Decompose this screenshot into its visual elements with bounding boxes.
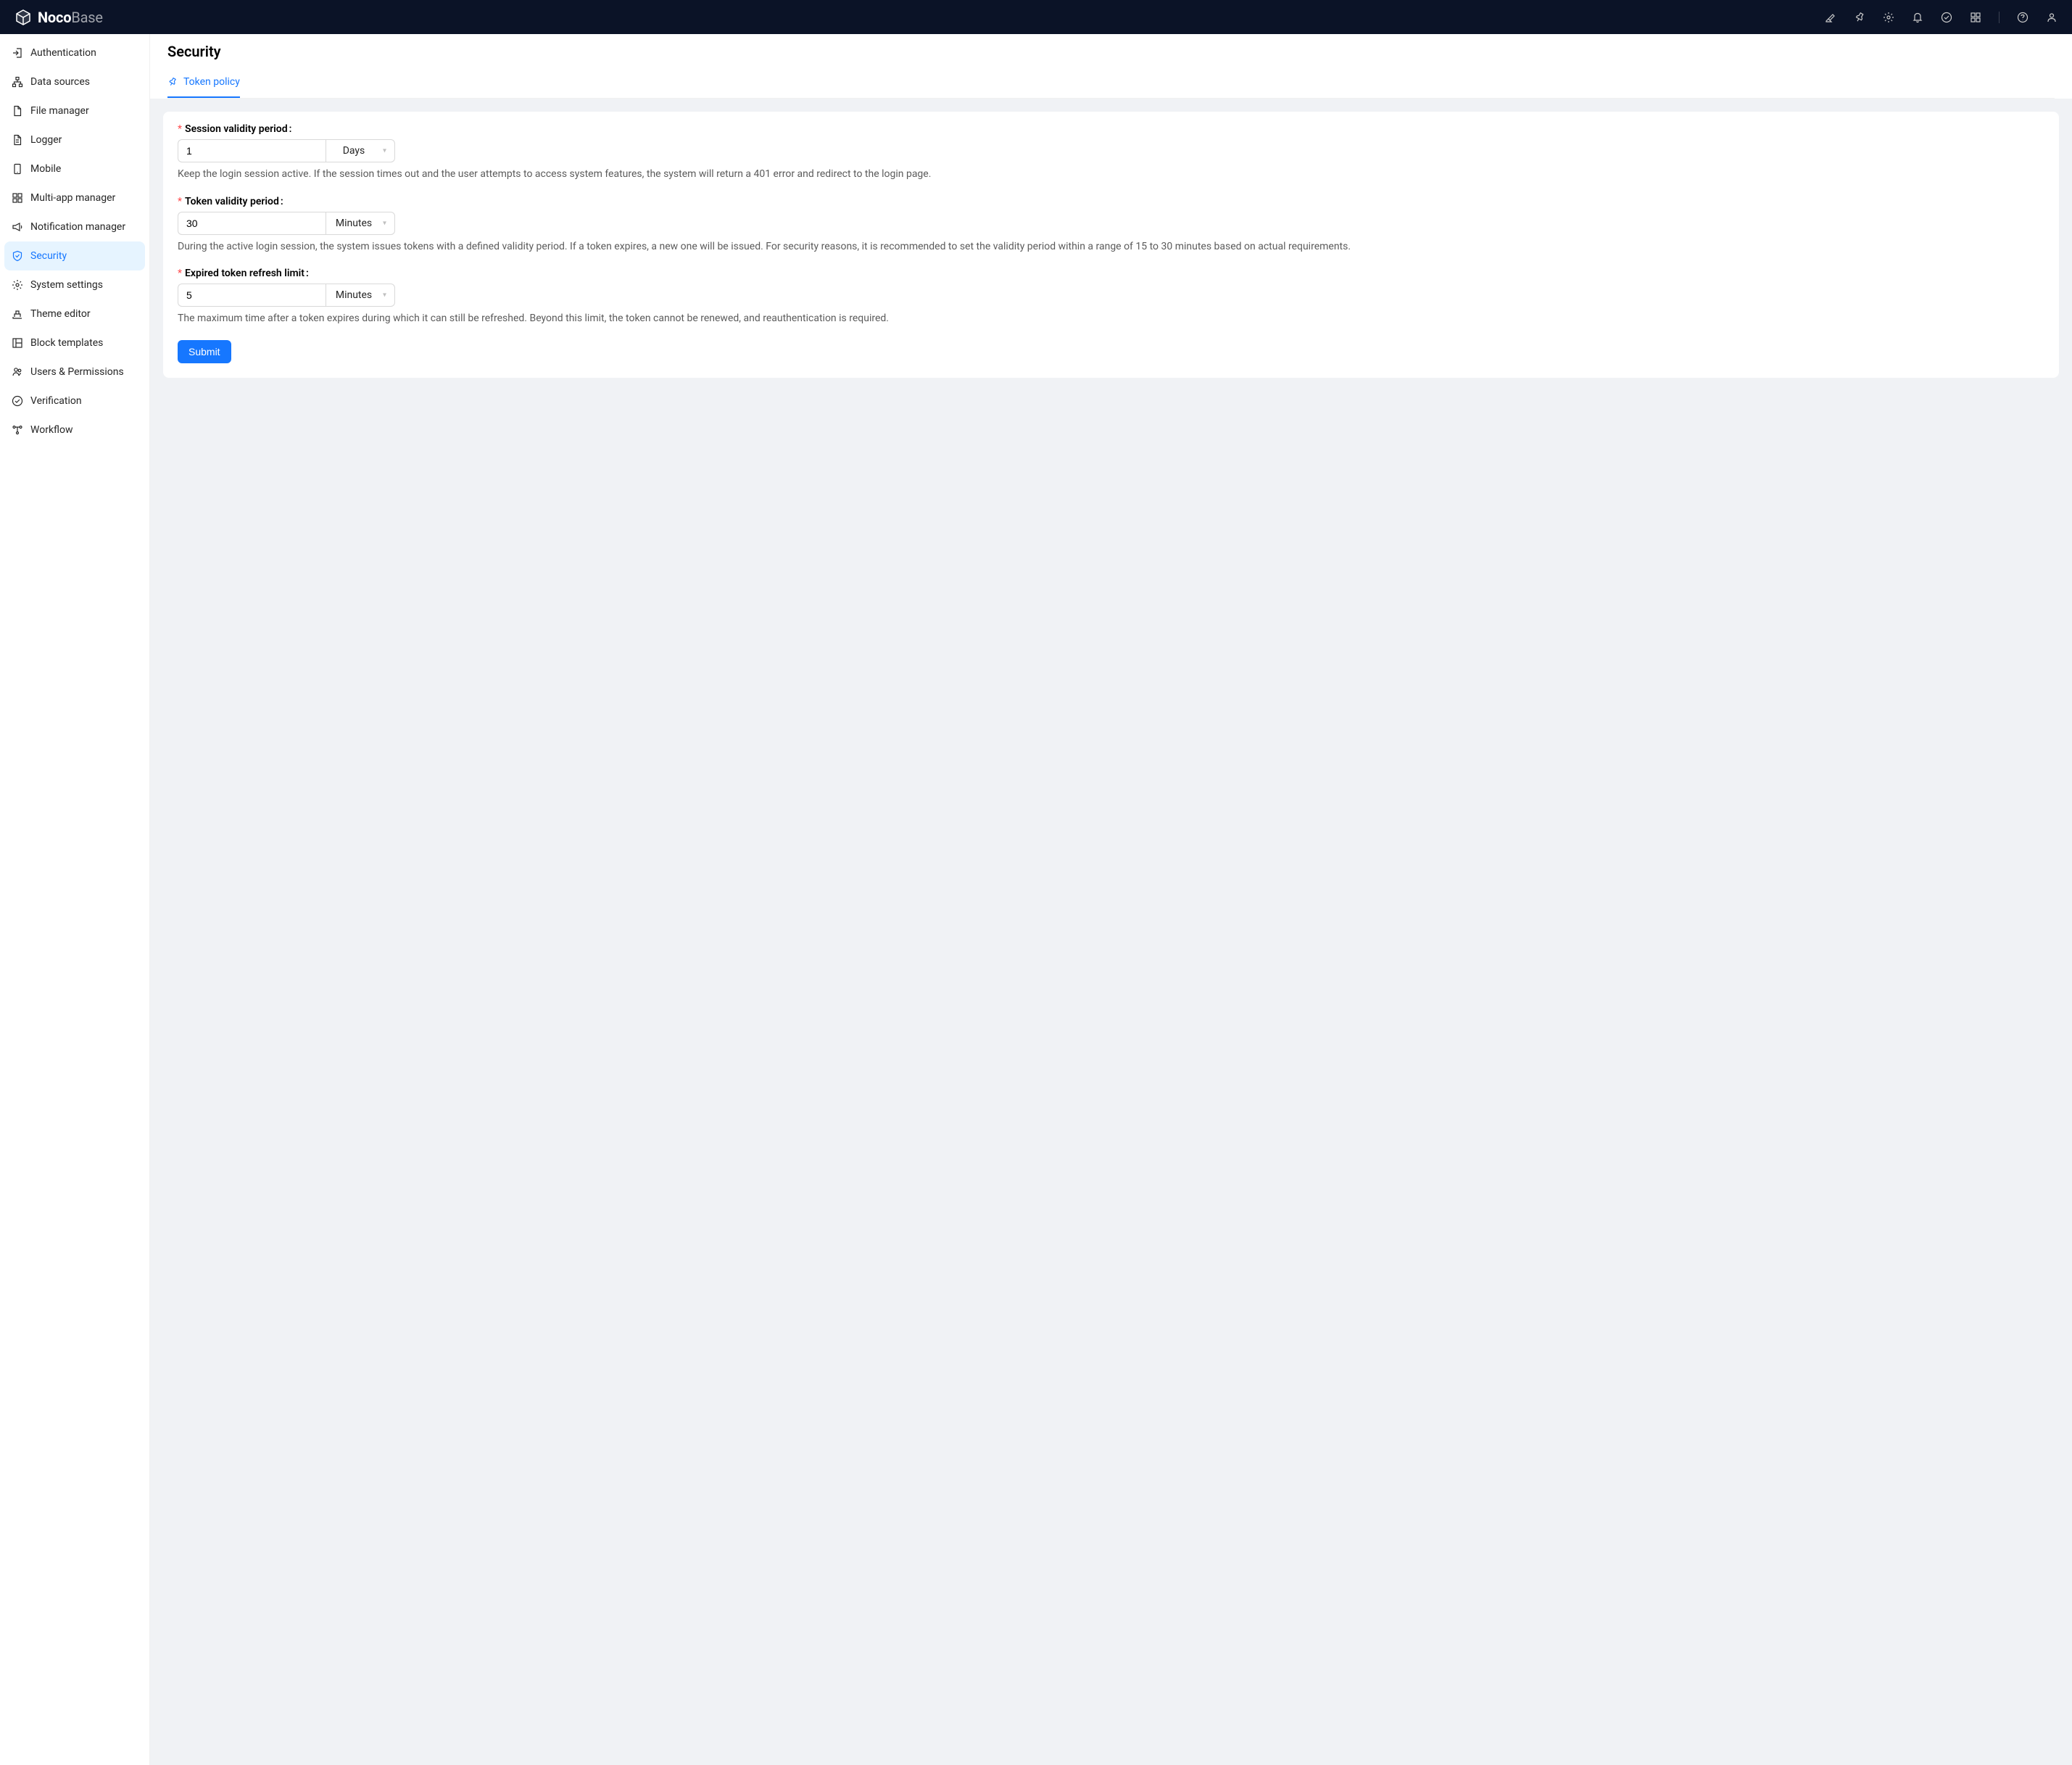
header-actions — [1825, 12, 2058, 23]
form-item-session-validity: *Session validity period Days ▾ Keep the… — [178, 123, 2044, 183]
login-icon — [12, 47, 23, 59]
sidebar-item-multi-app[interactable]: Multi-app manager — [4, 183, 145, 212]
sidebar-item-file-manager[interactable]: File manager — [4, 96, 145, 125]
check-circle-icon — [12, 395, 23, 407]
sidebar-item-label: Notification manager — [30, 221, 125, 233]
tabs: Token policy — [167, 67, 2055, 99]
sidebar-item-label: Mobile — [30, 163, 61, 175]
token-validity-help: During the active login session, the sys… — [178, 239, 2044, 255]
shield-check-icon — [12, 250, 23, 262]
session-validity-help: Keep the login session active. If the se… — [178, 167, 2044, 183]
sidebar-item-label: Verification — [30, 395, 82, 407]
app-header: NocoBase — [0, 0, 2072, 34]
sidebar-item-label: Workflow — [30, 424, 73, 436]
sidebar-item-label: Block templates — [30, 337, 103, 349]
sidebar-item-label: File manager — [30, 105, 89, 117]
sidebar-item-workflow[interactable]: Workflow — [4, 416, 145, 445]
sidebar-item-notification[interactable]: Notification manager — [4, 212, 145, 241]
sidebar-item-label: Logger — [30, 134, 62, 146]
refresh-limit-help: The maximum time after a token expires d… — [178, 311, 2044, 327]
megaphone-icon — [12, 221, 23, 233]
chevron-down-icon: ▾ — [383, 219, 386, 227]
submit-button[interactable]: Submit — [178, 340, 231, 363]
logo-text: NocoBase — [38, 9, 103, 26]
appstore-icon — [12, 192, 23, 204]
chevron-down-icon: ▾ — [383, 147, 386, 155]
page-title: Security — [167, 43, 2055, 60]
check-circle-icon[interactable] — [1941, 12, 1952, 23]
file-icon — [12, 105, 23, 117]
refresh-limit-unit-select[interactable]: Minutes ▾ — [326, 284, 395, 307]
users-icon — [12, 366, 23, 378]
session-validity-label: *Session validity period — [178, 123, 2044, 135]
sidebar-item-label: Theme editor — [30, 308, 91, 320]
sidebar-item-verification[interactable]: Verification — [4, 387, 145, 416]
refresh-limit-label: *Expired token refresh limit — [178, 268, 2044, 279]
session-validity-value-input[interactable] — [178, 139, 326, 162]
sidebar-item-logger[interactable]: Logger — [4, 125, 145, 154]
session-validity-unit-select[interactable]: Days ▾ — [326, 139, 395, 162]
form-item-token-validity: *Token validity period Minutes ▾ During … — [178, 196, 2044, 255]
main-content: Security Token policy *Session validity … — [150, 34, 2072, 1765]
sidebar-item-label: Security — [30, 250, 67, 262]
help-icon[interactable] — [2017, 12, 2029, 23]
token-validity-unit-select[interactable]: Minutes ▾ — [326, 212, 395, 235]
select-value: Minutes — [336, 218, 372, 229]
theme-icon — [12, 308, 23, 320]
sidebar-item-block-templates[interactable]: Block templates — [4, 328, 145, 357]
sidebar-item-authentication[interactable]: Authentication — [4, 38, 145, 67]
mobile-icon — [12, 163, 23, 175]
sidebar-item-label: Authentication — [30, 47, 96, 59]
gear-icon[interactable] — [1883, 12, 1894, 23]
logo-cube-icon — [14, 9, 32, 26]
refresh-limit-input-group: Minutes ▾ — [178, 284, 395, 307]
sidebar-item-mobile[interactable]: Mobile — [4, 154, 145, 183]
sidebar-item-theme-editor[interactable]: Theme editor — [4, 299, 145, 328]
user-icon[interactable] — [2046, 12, 2058, 23]
highlight-icon[interactable] — [1825, 12, 1836, 23]
sidebar: Authentication Data sources File manager… — [0, 34, 150, 1765]
grid-icon[interactable] — [1970, 12, 1981, 23]
chevron-down-icon: ▾ — [383, 292, 386, 299]
sidebar-item-system-settings[interactable]: System settings — [4, 270, 145, 299]
sidebar-item-users-permissions[interactable]: Users & Permissions — [4, 357, 145, 387]
logo[interactable]: NocoBase — [14, 9, 103, 26]
page-header: Security Token policy — [150, 34, 2072, 99]
token-validity-label: *Token validity period — [178, 196, 2044, 207]
token-policy-card: *Session validity period Days ▾ Keep the… — [163, 112, 2059, 378]
session-validity-input-group: Days ▾ — [178, 139, 395, 162]
sidebar-item-data-sources[interactable]: Data sources — [4, 67, 145, 96]
sidebar-item-label: Data sources — [30, 76, 90, 88]
pin-icon — [167, 77, 178, 87]
header-divider — [1999, 12, 2000, 23]
refresh-limit-value-input[interactable] — [178, 284, 326, 307]
token-validity-input-group: Minutes ▾ — [178, 212, 395, 235]
tab-label: Token policy — [183, 76, 240, 88]
file-text-icon — [12, 134, 23, 146]
sidebar-item-label: Users & Permissions — [30, 366, 124, 378]
form-item-refresh-limit: *Expired token refresh limit Minutes ▾ T… — [178, 268, 2044, 327]
sidebar-item-label: System settings — [30, 279, 103, 291]
token-validity-value-input[interactable] — [178, 212, 326, 235]
workflow-icon — [12, 424, 23, 436]
bell-icon[interactable] — [1912, 12, 1923, 23]
select-value: Minutes — [336, 289, 372, 301]
content-area: *Session validity period Days ▾ Keep the… — [150, 99, 2072, 1765]
settings-icon — [12, 279, 23, 291]
select-value: Days — [343, 145, 365, 157]
tab-token-policy[interactable]: Token policy — [167, 67, 240, 98]
sidebar-item-label: Multi-app manager — [30, 192, 115, 204]
layout-icon — [12, 337, 23, 349]
sidebar-item-security[interactable]: Security — [4, 241, 145, 270]
cluster-icon — [12, 76, 23, 88]
pin-icon[interactable] — [1854, 12, 1865, 23]
